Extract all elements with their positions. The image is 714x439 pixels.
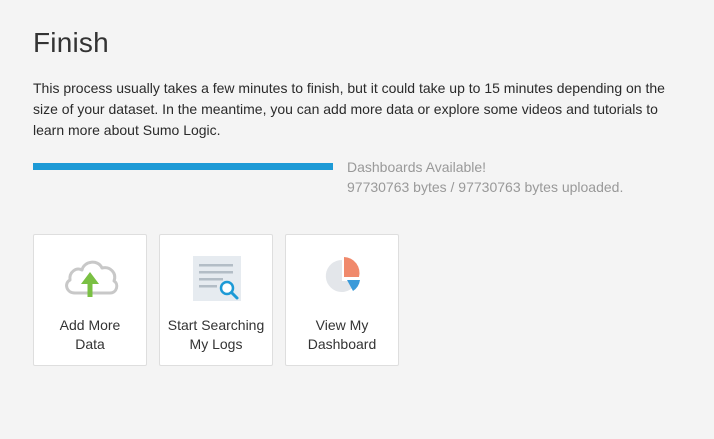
card-label-line: View My: [315, 317, 369, 333]
upload-progress-fill: [33, 163, 333, 170]
status-title: Dashboards Available!: [347, 159, 487, 175]
upload-progress-bar: [33, 163, 333, 170]
add-more-data-card[interactable]: Add More Data: [33, 234, 147, 366]
card-label-line: My Logs: [189, 336, 243, 352]
search-logs-icon: [193, 256, 241, 301]
card-label-line: Start Searching: [167, 317, 265, 333]
card-label: View My Dashboard: [286, 316, 398, 354]
view-dashboard-card[interactable]: View My Dashboard: [285, 234, 399, 366]
card-label-line: Add More: [59, 317, 121, 333]
card-label-line: Dashboard: [307, 336, 377, 352]
status-detail: 97730763 bytes / 97730763 bytes uploaded…: [347, 179, 624, 195]
card-label: Add More Data: [34, 316, 146, 354]
upload-status: Dashboards Available! 97730763 bytes / 9…: [347, 157, 623, 197]
page-title: Finish: [33, 27, 109, 58]
next-step-cards: Add More Data Start Searching My Logs Vi…: [33, 234, 399, 366]
process-description: This process usually takes a few minutes…: [33, 80, 665, 138]
start-searching-logs-card[interactable]: Start Searching My Logs: [159, 234, 273, 366]
card-label: Start Searching My Logs: [160, 316, 272, 354]
cloud-upload-icon: [65, 260, 119, 297]
card-label-line: Data: [75, 336, 105, 352]
pie-chart-icon: [325, 257, 360, 292]
